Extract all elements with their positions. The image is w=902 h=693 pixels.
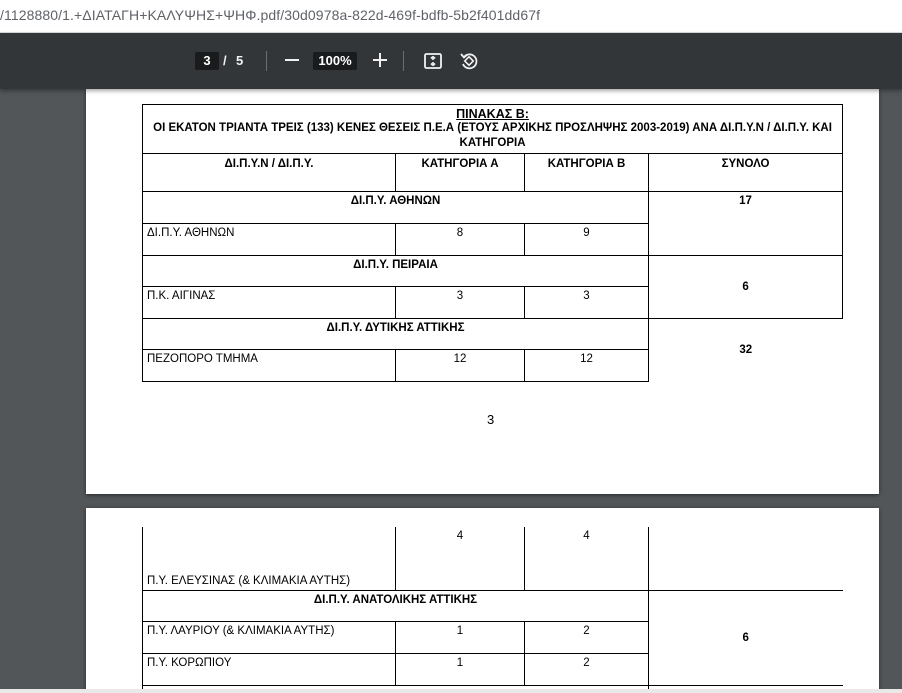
row-name: ΠΕΖΟΠΟΡΟ ΤΜΗΜΑ bbox=[142, 349, 396, 382]
rotate-button[interactable] bbox=[457, 49, 481, 73]
row-cat-a: 8 bbox=[395, 223, 525, 256]
column-header: ΚΑΤΗΓΟΡΙΑ Α bbox=[395, 153, 525, 192]
table-header-title: ΠΙΝΑΚΑΣ Β: ΟΙ ΕΚΑΤΟΝ ΤΡΙΑΝΤΑ ΤΡΕΙΣ (133)… bbox=[141, 104, 844, 154]
row-cat-b: 9 bbox=[524, 223, 649, 256]
group-total: 17 bbox=[647, 191, 844, 256]
row-cat-a: 1 bbox=[395, 652, 525, 686]
row-cat-b: 3 bbox=[524, 286, 649, 319]
group-total: 32 bbox=[647, 318, 843, 382]
pdf-page: Π.Υ. ΕΛΕΥΣΙΝΑΣ (& ΚΛΙΜΑΚΙΑ ΑΥΤΗΣ) 4 4 ΔΙ… bbox=[86, 508, 879, 693]
address-bar[interactable]: /1128880/1.+ΔΙΑΤΑΓΗ+ΚΑΛΥΨΗΣ+ΨΗΦ.pdf/30d0… bbox=[0, 0, 902, 33]
page-number: 3 bbox=[487, 412, 495, 427]
total-cell bbox=[648, 527, 843, 591]
pdf-page: ΠΙΝΑΚΑΣ Β: ΟΙ ΕΚΑΤΟΝ ΤΡΙΑΝΤΑ ΤΡΕΙΣ (133)… bbox=[86, 89, 879, 494]
group-header: ΔΙ.Π.Υ. ΑΝΑΤΟΛΙΚΗΣ ΑΤΤΙΚΗΣ bbox=[142, 589, 649, 622]
toolbar-divider bbox=[266, 51, 267, 71]
positions-table: ΠΙΝΑΚΑΣ Β: ΟΙ ΕΚΑΤΟΝ ΤΡΙΑΝΤΑ ΤΡΕΙΣ (133)… bbox=[141, 104, 844, 382]
row-cat-a: 1 bbox=[395, 620, 525, 654]
row-cat-b: 12 bbox=[524, 349, 649, 382]
row-name: Π.Υ. ΚΟΡΩΠΙΟΥ bbox=[142, 652, 396, 686]
pdf-viewer[interactable]: ΠΙΝΑΚΑΣ Β: ΟΙ ΕΚΑΤΟΝ ΤΡΙΑΝΤΑ ΤΡΕΙΣ (133)… bbox=[0, 89, 902, 693]
column-header: ΣΥΝΟΛΟ bbox=[647, 153, 844, 192]
page-count: 5 bbox=[236, 53, 244, 68]
row-cat-a: 12 bbox=[395, 349, 525, 382]
row-cat-b: 4 bbox=[524, 527, 649, 591]
page-number-input[interactable]: 3 bbox=[195, 52, 219, 70]
group-header: ΔΙ.Π.Υ. ΑΘΗΝΩΝ bbox=[142, 191, 649, 224]
row-name: ΔΙ.Π.Υ. ΑΘΗΝΩΝ bbox=[142, 223, 396, 256]
row-cat-a: 4 bbox=[395, 527, 525, 591]
group-header: ΔΙ.Π.Υ. ΠΕΙΡΑΙΑ bbox=[142, 255, 649, 287]
zoom-out-button[interactable] bbox=[281, 49, 303, 71]
group-total: 6 bbox=[648, 589, 843, 686]
fit-to-page-icon bbox=[424, 53, 442, 69]
group-header: ΔΙ.Π.Υ. ΔΥΤΙΚΗΣ ΑΤΤΙΚΗΣ bbox=[142, 318, 649, 350]
url-text: /1128880/1.+ΔΙΑΤΑΓΗ+ΚΑΛΥΨΗΣ+ΨΗΦ.pdf/30d0… bbox=[0, 7, 541, 23]
row-name: Π.Υ. ΕΛΕΥΣΙΝΑΣ (& ΚΛΙΜΑΚΙΑ ΑΥΤΗΣ) bbox=[142, 527, 396, 591]
zoom-in-icon bbox=[373, 53, 387, 67]
row-name: Π.Κ. ΑΙΓΙΝΑΣ bbox=[142, 286, 396, 319]
column-header: ΔΙ.Π.Υ.Ν / ΔΙ.Π.Υ. bbox=[142, 153, 396, 192]
row-cat-b: 2 bbox=[524, 652, 649, 686]
row-cat-a: 3 bbox=[395, 286, 525, 319]
zoom-in-button[interactable] bbox=[369, 49, 391, 71]
table-subtitle: ΟΙ ΕΚΑΤΟΝ ΤΡΙΑΝΤΑ ΤΡΕΙΣ (133) ΚΕΝΕΣ ΘΕΣΕ… bbox=[153, 122, 832, 149]
group-total: 6 bbox=[647, 255, 844, 319]
bottom-strip bbox=[0, 689, 902, 693]
pdf-toolbar: 3 / 5 100% bbox=[0, 33, 902, 89]
column-header: ΚΑΤΗΓΟΡΙΑ Β bbox=[524, 153, 649, 192]
fit-to-page-button[interactable] bbox=[421, 49, 445, 73]
row-cat-b: 2 bbox=[524, 620, 649, 654]
page-separator: / bbox=[223, 53, 227, 68]
zoom-level-input[interactable]: 100% bbox=[313, 52, 357, 70]
row-name: Π.Υ. ΛΑΥΡΙΟΥ (& ΚΛΙΜΑΚΙΑ ΑΥΤΗΣ) bbox=[142, 620, 396, 654]
positions-table-continued: Π.Υ. ΕΛΕΥΣΙΝΑΣ (& ΚΛΙΜΑΚΙΑ ΑΥΤΗΣ) 4 4 ΔΙ… bbox=[142, 527, 843, 693]
table-title: ΠΙΝΑΚΑΣ Β: bbox=[456, 107, 529, 121]
toolbar-divider bbox=[403, 51, 404, 71]
rotate-icon bbox=[460, 53, 478, 70]
zoom-out-icon bbox=[285, 59, 299, 61]
